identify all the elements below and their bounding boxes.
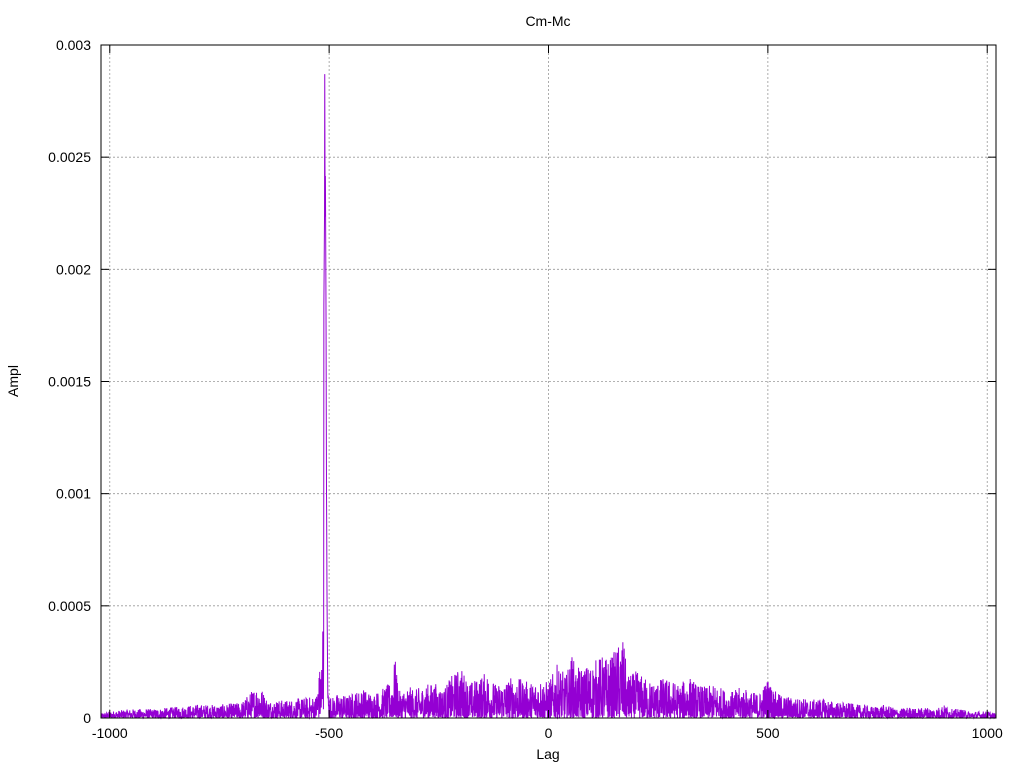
y-tick-label: 0.003 bbox=[56, 37, 91, 53]
chart-title: Cm-Mc bbox=[525, 13, 570, 29]
y-tick-label: 0.002 bbox=[56, 261, 91, 277]
x-tick-label: 500 bbox=[756, 725, 780, 741]
chart-canvas: -1000 -500 0 500 1000 0 0.0005 0.001 0.0015 0.002… bbox=[5, 13, 1003, 762]
x-axis-label: Lag bbox=[536, 746, 559, 762]
x-tick-label: -500 bbox=[315, 725, 343, 741]
x-tick-label: 0 bbox=[545, 725, 553, 741]
x-tick-label: -1000 bbox=[92, 725, 128, 741]
y-axis-label: Ampl bbox=[5, 365, 21, 397]
y-tick-label: 0.0015 bbox=[48, 374, 91, 390]
y-tick-label: 0 bbox=[83, 710, 91, 726]
grid-lines bbox=[101, 44, 996, 719]
y-tick-label: 0.0005 bbox=[48, 598, 91, 614]
tick-labels: -1000 -500 0 500 1000 0 0.0005 0.001 0.0015 0.002… bbox=[48, 37, 1003, 741]
y-tick-label: 0.0025 bbox=[48, 149, 91, 165]
x-tick-label: 1000 bbox=[972, 725, 1003, 741]
y-tick-label: 0.001 bbox=[56, 486, 91, 502]
